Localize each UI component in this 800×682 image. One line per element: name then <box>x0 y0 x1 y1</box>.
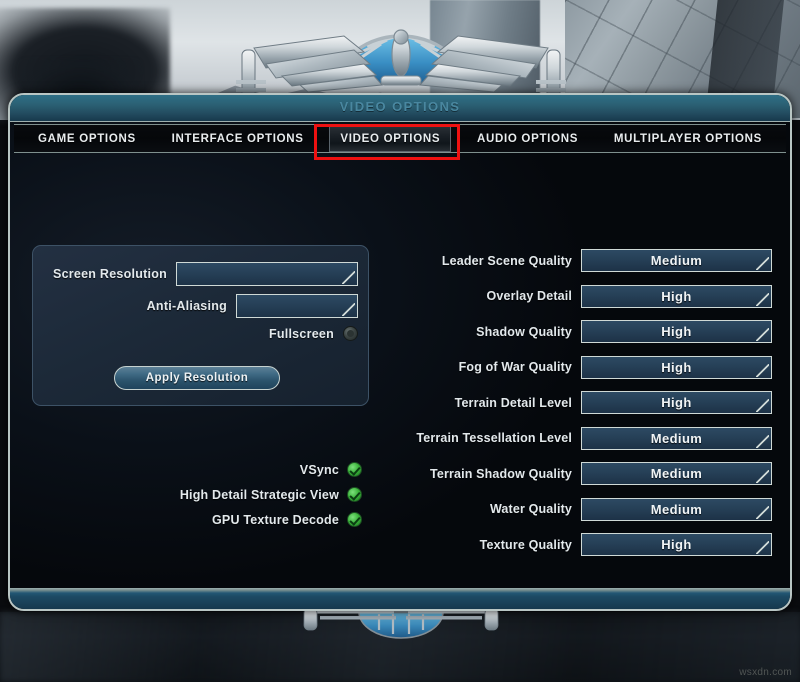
toggle-row-vsync[interactable]: VSync <box>62 457 362 482</box>
fog-of-war-quality-value: High <box>661 359 692 375</box>
dialog-footer-strip <box>10 588 790 609</box>
gpu-texture-decode-label: GPU Texture Decode <box>211 512 339 527</box>
terrain-tessellation-level-value: Medium <box>650 430 703 446</box>
terrain-shadow-quality-value: Medium <box>650 466 703 482</box>
tab-game-options[interactable]: GAME OPTIONS <box>28 125 146 152</box>
dialog-body: Screen Resolution Anti-Aliasing Fullscre… <box>10 122 790 609</box>
screen-resolution-row: Screen Resolution <box>45 262 358 286</box>
anti-aliasing-dropdown[interactable] <box>236 294 358 318</box>
terrain-tessellation-level-label: Terrain Tessellation Level <box>416 431 572 446</box>
shadow-quality-label: Shadow Quality <box>476 324 572 339</box>
water-quality-value: Medium <box>650 501 703 517</box>
fullscreen-checkbox[interactable] <box>343 326 358 341</box>
fullscreen-label: Fullscreen <box>268 326 334 341</box>
high-detail-strategic-view-checkbox[interactable] <box>347 487 362 502</box>
leader-scene-quality-value: Medium <box>650 253 703 269</box>
tab-interface-options-label: INTERFACE OPTIONS <box>171 132 304 145</box>
terrain-tessellation-level-dropdown[interactable]: Medium <box>581 426 772 450</box>
shadow-quality-dropdown[interactable]: High <box>581 320 772 344</box>
terrain-detail-level-dropdown[interactable]: High <box>581 391 772 415</box>
anti-aliasing-label: Anti-Aliasing <box>146 299 227 313</box>
high-detail-strategic-view-label: High Detail Strategic View <box>179 487 339 502</box>
tab-video-options-label: VIDEO OPTIONS <box>340 132 441 145</box>
setting-row-texture-quality: Texture Quality High <box>400 527 772 563</box>
overlay-detail-value: High <box>661 288 692 304</box>
dialog-header: VIDEO OPTIONS <box>10 95 790 122</box>
vsync-checkbox[interactable] <box>347 462 362 477</box>
vsync-label: VSync <box>299 462 339 477</box>
setting-row-terrain-tessellation-level: Terrain Tessellation Level Medium <box>400 421 772 457</box>
setting-row-terrain-detail-level: Terrain Detail Level High <box>400 385 772 421</box>
apply-resolution-button[interactable]: Apply Resolution <box>114 366 280 390</box>
tab-audio-options-label: AUDIO OPTIONS <box>476 132 579 145</box>
apply-resolution-label: Apply Resolution <box>145 372 249 384</box>
water-quality-dropdown[interactable]: Medium <box>581 497 772 521</box>
terrain-shadow-quality-dropdown[interactable]: Medium <box>581 462 772 486</box>
water-quality-label: Water Quality <box>489 502 572 517</box>
art-deco-wing-ornament-bottom <box>303 608 499 639</box>
toggle-row-high-detail-strategic-view[interactable]: High Detail Strategic View <box>62 482 362 507</box>
setting-row-water-quality: Water Quality Medium <box>400 492 772 528</box>
video-options-dialog: VIDEO OPTIONS Screen Resolution Anti-Ali… <box>8 93 792 611</box>
screen-resolution-panel: Screen Resolution Anti-Aliasing Fullscre… <box>32 245 369 406</box>
tab-audio-options[interactable]: AUDIO OPTIONS <box>467 125 588 152</box>
dialog-title: VIDEO OPTIONS <box>339 99 461 114</box>
fog-of-war-quality-label: Fog of War Quality <box>458 360 572 375</box>
quality-settings-list: Leader Scene Quality Medium Overlay Deta… <box>400 243 772 563</box>
tab-game-options-label: GAME OPTIONS <box>38 132 136 145</box>
terrain-shadow-quality-label: Terrain Shadow Quality <box>430 466 572 481</box>
leader-scene-quality-dropdown[interactable]: Medium <box>581 249 772 273</box>
tab-interface-options[interactable]: INTERFACE OPTIONS <box>162 125 314 152</box>
tab-multiplayer-options-label: MULTIPLAYER OPTIONS <box>613 132 762 145</box>
setting-row-shadow-quality: Shadow Quality High <box>400 314 772 350</box>
gpu-texture-decode-checkbox[interactable] <box>347 512 362 527</box>
fog-of-war-quality-dropdown[interactable]: High <box>581 355 772 379</box>
setting-row-fog-of-war-quality: Fog of War Quality High <box>400 350 772 386</box>
leader-scene-quality-label: Leader Scene Quality <box>441 253 572 268</box>
setting-row-overlay-detail: Overlay Detail High <box>400 279 772 315</box>
texture-quality-label: Texture Quality <box>479 537 572 552</box>
fullscreen-row: Fullscreen <box>45 326 358 341</box>
video-toggle-group: VSync High Detail Strategic View GPU Tex… <box>62 457 362 532</box>
watermark-label: wsxdn.com <box>739 667 792 678</box>
terrain-detail-level-value: High <box>661 395 692 411</box>
texture-quality-value: High <box>661 537 692 553</box>
toggle-row-gpu-texture-decode[interactable]: GPU Texture Decode <box>62 507 362 532</box>
anti-aliasing-row: Anti-Aliasing <box>45 294 358 318</box>
texture-quality-dropdown[interactable]: High <box>581 533 772 557</box>
overlay-detail-label: Overlay Detail <box>486 289 572 304</box>
art-deco-wing-ornament-top <box>236 29 566 103</box>
setting-row-terrain-shadow-quality: Terrain Shadow Quality Medium <box>400 456 772 492</box>
tab-multiplayer-options[interactable]: MULTIPLAYER OPTIONS <box>604 125 772 152</box>
screen-resolution-label: Screen Resolution <box>53 267 167 281</box>
options-tab-bar: GAME OPTIONS INTERFACE OPTIONS VIDEO OPT… <box>14 124 786 153</box>
tab-video-options[interactable]: VIDEO OPTIONS <box>329 125 452 152</box>
setting-row-leader-scene-quality: Leader Scene Quality Medium <box>400 243 772 279</box>
terrain-detail-level-label: Terrain Detail Level <box>454 395 572 410</box>
screen-resolution-dropdown[interactable] <box>176 262 358 286</box>
overlay-detail-dropdown[interactable]: High <box>581 284 772 308</box>
shadow-quality-value: High <box>661 324 692 340</box>
